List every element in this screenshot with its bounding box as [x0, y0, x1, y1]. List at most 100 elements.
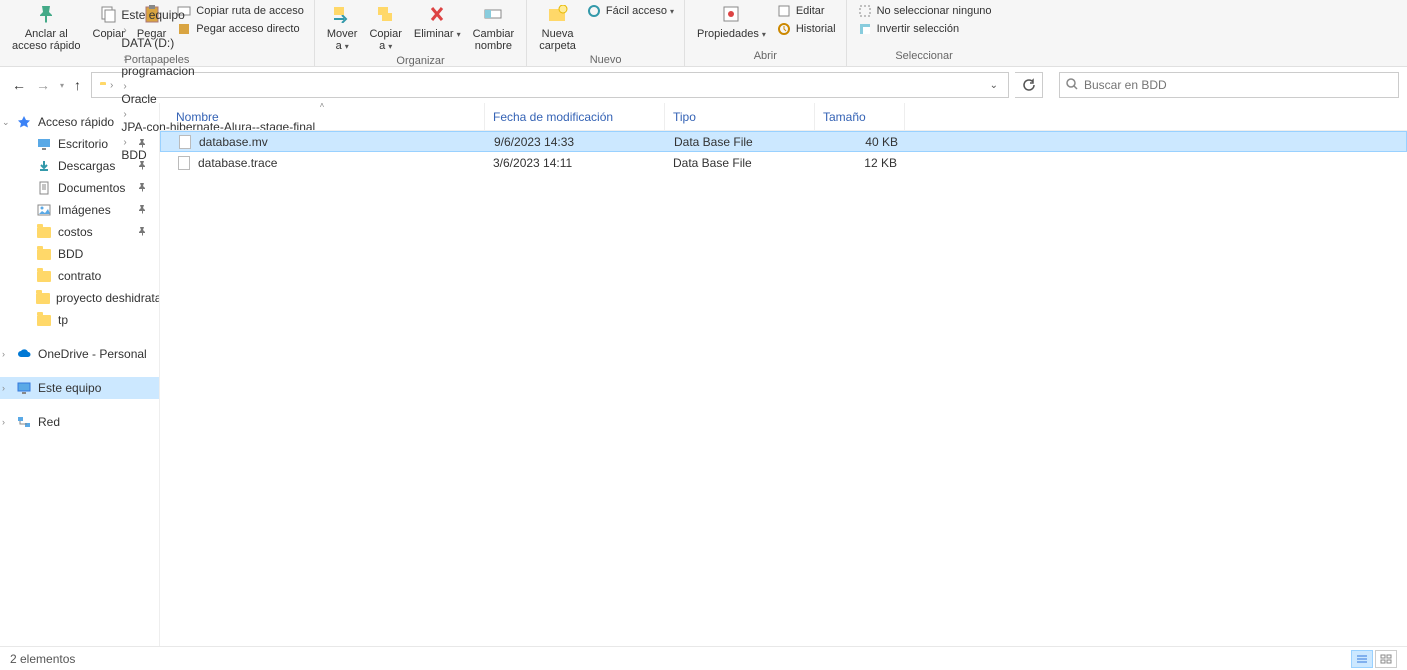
sidebar-item[interactable]: tp [0, 309, 159, 331]
folder-icon [36, 224, 52, 240]
sidebar-network[interactable]: › Red [0, 411, 159, 433]
invert-selection-button[interactable]: Invertir selección [853, 20, 996, 38]
column-size[interactable]: Tamaño [815, 103, 905, 130]
easy-access-button[interactable]: Fácil acceso [582, 2, 678, 20]
copy-to-button[interactable]: Copiar a [363, 0, 407, 55]
history-label: Historial [796, 23, 836, 35]
sidebar-item[interactable]: Imágenes [0, 199, 159, 221]
sidebar-onedrive-label: OneDrive - Personal [38, 347, 147, 361]
invert-icon [857, 21, 873, 37]
edit-label: Editar [796, 5, 825, 17]
history-button[interactable]: Historial [772, 20, 840, 38]
move-to-label: Mover a [327, 28, 358, 53]
search-input[interactable] [1084, 78, 1398, 92]
sidebar-item[interactable]: BDD [0, 243, 159, 265]
rename-button[interactable]: Cambiar nombre [467, 0, 521, 54]
column-date[interactable]: Fecha de modificación [485, 103, 665, 130]
search-box[interactable] [1059, 72, 1399, 98]
ribbon-group-open: Propiedades Editar Historial Abrir [685, 0, 847, 66]
sidebar-quick-access[interactable]: ⌄ Acceso rápido [0, 111, 159, 133]
delete-label: Eliminar [414, 28, 461, 41]
refresh-button[interactable] [1015, 72, 1043, 98]
breadcrumb-item[interactable]: DATA (D:) [119, 36, 317, 50]
navigation-bar: ← → ▾ ↑ › Este equipo›DATA (D:)›programa… [0, 67, 1407, 103]
breadcrumb-item[interactable]: Este equipo [119, 8, 317, 22]
cloud-icon [16, 346, 32, 362]
up-button[interactable]: ↑ [74, 77, 81, 93]
file-icon [176, 155, 192, 171]
ribbon-group-organize: Mover a Copiar a Eliminar Cambiar nombre… [315, 0, 527, 66]
new-group-label: Nuevo [533, 54, 678, 68]
ribbon-group-select: No seleccionar ninguno Invertir selecció… [847, 0, 1002, 66]
sidebar-this-pc-label: Este equipo [38, 381, 101, 395]
breadcrumb[interactable]: › Este equipo›DATA (D:)›programacion›Ora… [91, 72, 1009, 98]
pictures-icon [36, 202, 52, 218]
file-row[interactable]: database.mv9/6/2023 14:33Data Base File4… [160, 131, 1407, 152]
breadcrumb-item[interactable]: programacion [119, 64, 317, 78]
back-button[interactable]: ← [12, 77, 26, 93]
file-date: 9/6/2023 14:33 [486, 135, 666, 149]
chevron-right-icon[interactable]: › [106, 80, 117, 91]
select-none-icon [857, 3, 873, 19]
sidebar-quick-access-label: Acceso rápido [38, 115, 114, 129]
search-icon [1060, 77, 1084, 94]
main-area: ⌄ Acceso rápido Escritorio Descargas Docum… [0, 103, 1407, 646]
pin-icon [137, 182, 155, 195]
open-group-label: Abrir [691, 50, 840, 64]
file-date: 3/6/2023 14:11 [485, 156, 665, 170]
file-list: Nombre ˄ Fecha de modificación Tipo Tama… [160, 103, 1407, 646]
ribbon-group-new: Nueva carpeta Fácil acceso Nuevo [527, 0, 685, 66]
details-view-button[interactable] [1351, 650, 1373, 668]
chevron-right-icon[interactable]: › [2, 349, 5, 359]
new-folder-label: Nueva carpeta [539, 28, 576, 52]
chevron-right-icon[interactable]: › [119, 81, 130, 92]
chevron-right-icon[interactable]: › [119, 25, 130, 36]
sidebar-item-label: contrato [58, 269, 101, 283]
file-size: 12 KB [815, 156, 905, 170]
sidebar-item-label: costos [58, 225, 93, 239]
properties-icon [717, 2, 745, 26]
properties-label: Propiedades [697, 28, 766, 41]
sidebar-item[interactable]: Escritorio [0, 133, 159, 155]
delete-button[interactable]: Eliminar [408, 0, 467, 43]
refresh-icon [1022, 78, 1036, 92]
sidebar-onedrive[interactable]: › OneDrive - Personal [0, 343, 159, 365]
sidebar-item-label: proyecto deshidrata [56, 291, 160, 305]
file-row[interactable]: database.trace3/6/2023 14:11Data Base Fi… [160, 152, 1407, 173]
pin-icon [32, 2, 60, 26]
file-rows: database.mv9/6/2023 14:33Data Base File4… [160, 131, 1407, 646]
file-size: 40 KB [816, 135, 906, 149]
properties-button[interactable]: Propiedades [691, 0, 772, 43]
view-switcher [1351, 650, 1397, 668]
sidebar-item[interactable]: Documentos [0, 177, 159, 199]
sidebar-item[interactable]: Descargas [0, 155, 159, 177]
select-none-button[interactable]: No seleccionar ninguno [853, 2, 996, 20]
easy-access-label: Fácil acceso [606, 5, 667, 17]
history-dropdown[interactable]: ▾ [60, 81, 64, 90]
pin-quick-access-button[interactable]: Anclar al acceso rápido [6, 0, 87, 54]
forward-button[interactable]: → [36, 77, 50, 93]
network-icon [16, 414, 32, 430]
sidebar-this-pc[interactable]: › Este equipo [0, 377, 159, 399]
chevron-right-icon[interactable]: › [119, 53, 130, 64]
file-type: Data Base File [666, 135, 816, 149]
sidebar-item-label: Descargas [58, 159, 115, 173]
move-to-button[interactable]: Mover a [321, 0, 364, 55]
column-name[interactable]: Nombre ˄ [160, 103, 485, 130]
breadcrumb-dropdown[interactable]: ⌄ [984, 80, 1004, 91]
select-none-label: No seleccionar ninguno [877, 5, 992, 17]
new-folder-button[interactable]: Nueva carpeta [533, 0, 582, 54]
pin-label: Anclar al acceso rápido [12, 28, 81, 52]
chevron-right-icon[interactable]: › [2, 383, 5, 393]
sidebar-item[interactable]: proyecto deshidrata [0, 287, 159, 309]
thumbnails-view-button[interactable] [1375, 650, 1397, 668]
folder-icon [36, 246, 52, 262]
chevron-down-icon[interactable]: ⌄ [2, 117, 10, 128]
chevron-right-icon[interactable]: › [2, 417, 5, 427]
sidebar-item[interactable]: contrato [0, 265, 159, 287]
pin-icon [137, 138, 155, 151]
column-type[interactable]: Tipo [665, 103, 815, 130]
edit-button[interactable]: Editar [772, 2, 840, 20]
sidebar-item[interactable]: costos [0, 221, 159, 243]
move-to-icon [328, 2, 356, 26]
